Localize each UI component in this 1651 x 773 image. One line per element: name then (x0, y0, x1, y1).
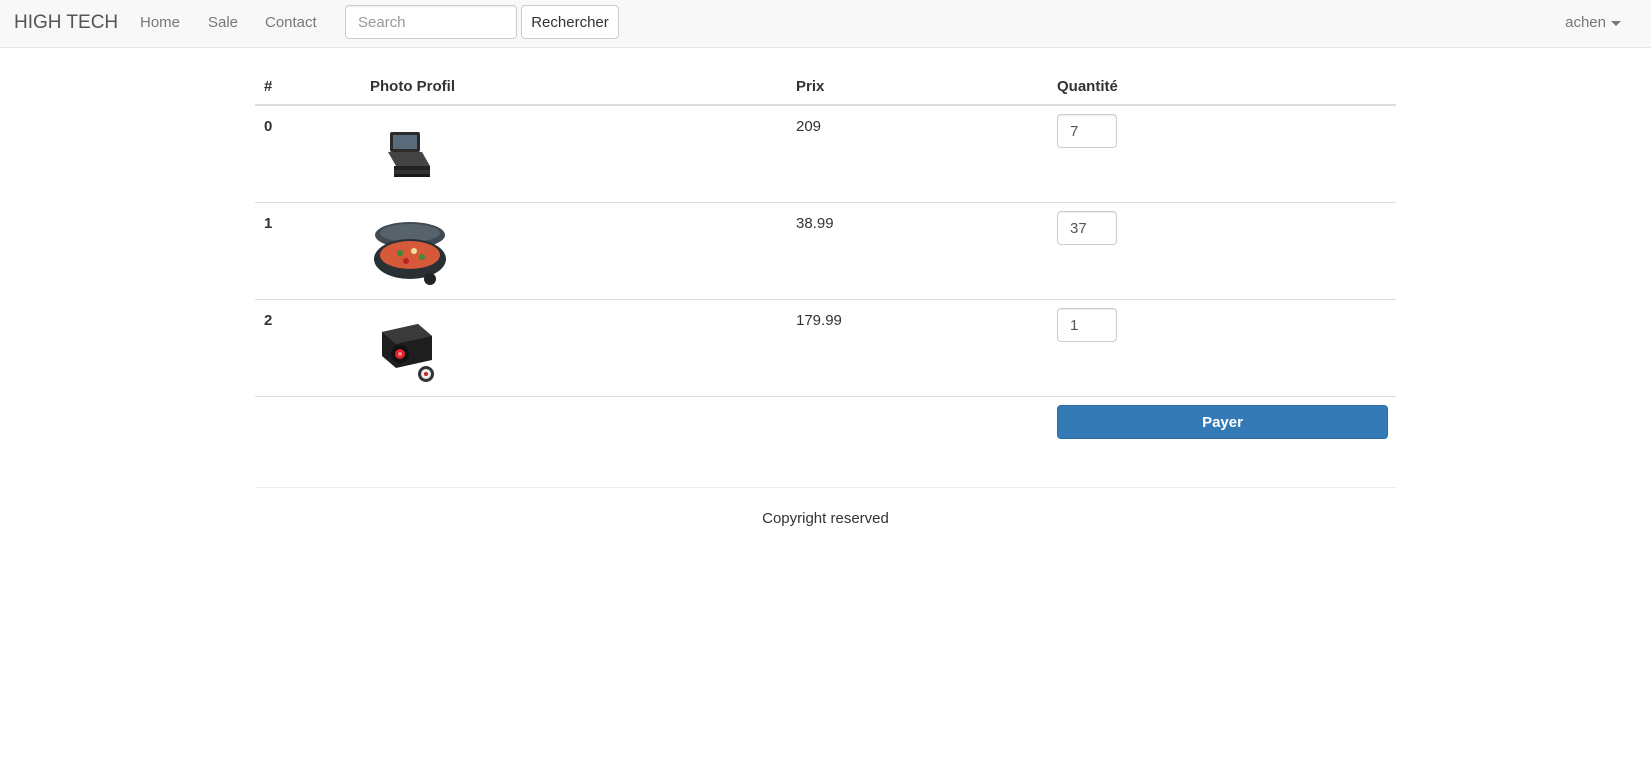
user-menu[interactable]: achen (1565, 14, 1621, 31)
header-quantity: Quantité (1057, 78, 1118, 95)
header-price: Prix (796, 78, 825, 95)
table-row: 1 38.99 (255, 203, 1396, 300)
pizza-maker-product-image (370, 213, 450, 293)
nav-sale[interactable]: Sale (208, 14, 238, 31)
pay-button[interactable]: Payer (1057, 405, 1388, 439)
row-index: 2 (264, 312, 273, 329)
quantity-input[interactable] (1057, 308, 1117, 342)
navbar: HIGH TECH Home Sale Contact Rechercher a… (0, 0, 1651, 48)
pay-row: Payer (255, 397, 1396, 487)
projector-product-image (370, 310, 450, 390)
row-price: 179.99 (796, 312, 842, 329)
table-header: # Photo Profil Prix Quantité (255, 70, 1396, 106)
row-index: 0 (264, 118, 273, 135)
search-input[interactable] (345, 5, 517, 39)
nav-contact[interactable]: Contact (265, 14, 317, 31)
footer-copyright: Copyright reserved (762, 510, 889, 527)
table-row: 0 209 (255, 106, 1396, 203)
row-price: 209 (796, 118, 822, 135)
header-photo: Photo Profil (370, 78, 455, 95)
brand-link[interactable]: HIGH TECH (14, 12, 118, 34)
table-row: 2 179.99 (255, 300, 1396, 397)
quantity-input[interactable] (1057, 114, 1117, 148)
footer-divider (255, 487, 1396, 488)
header-index: # (264, 78, 273, 95)
quantity-input[interactable] (1057, 211, 1117, 245)
row-index: 1 (264, 215, 273, 232)
laptop-product-image (370, 116, 450, 196)
nav-home[interactable]: Home (140, 14, 180, 31)
row-price: 38.99 (796, 215, 834, 232)
cart-table: # Photo Profil Prix Quantité 0 209 1 (255, 70, 1396, 487)
user-name: achen (1565, 14, 1606, 31)
caret-down-icon (1611, 20, 1621, 26)
search-button[interactable]: Rechercher (521, 5, 619, 39)
